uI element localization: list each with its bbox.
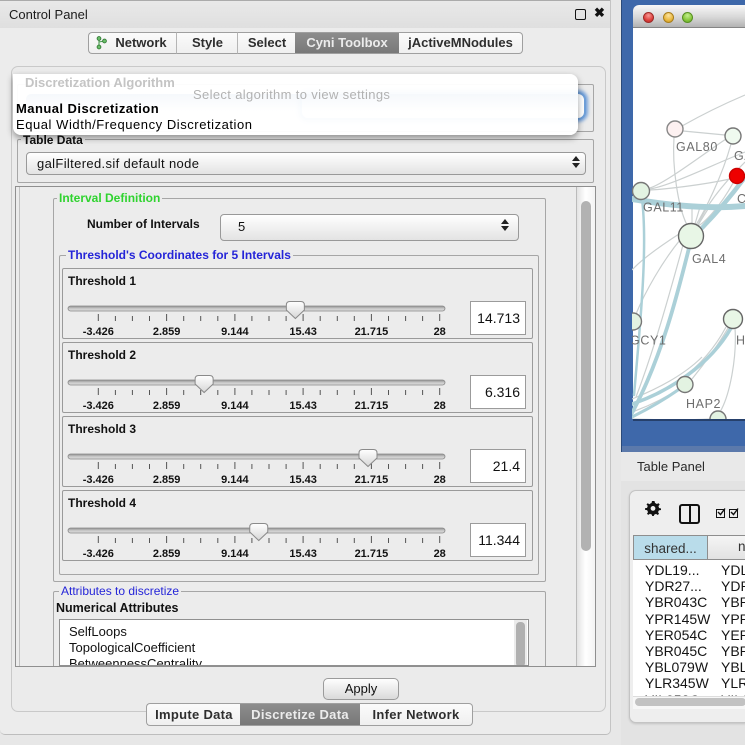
svg-text:15.43: 15.43 [289,326,317,338]
svg-text:-3.426: -3.426 [83,474,114,486]
svg-text:28: 28 [434,400,446,412]
svg-text:GAL11: GAL11 [643,201,684,215]
svg-text:15.43: 15.43 [289,474,317,486]
svg-text:21.715: 21.715 [355,548,389,560]
svg-text:28: 28 [434,548,446,560]
svg-text:-3.426: -3.426 [83,326,114,338]
svg-text:GA: GA [734,149,745,163]
svg-text:GAL4: GAL4 [692,252,726,266]
svg-text:-3.426: -3.426 [83,400,114,412]
svg-text:21.715: 21.715 [355,326,389,338]
svg-text:21.715: 21.715 [355,400,389,412]
svg-text:-3.426: -3.426 [83,548,114,560]
svg-text:2.859: 2.859 [153,326,181,338]
svg-text:28: 28 [434,474,446,486]
svg-text:H: H [736,334,745,348]
svg-text:2.859: 2.859 [153,400,181,412]
svg-text:9.144: 9.144 [221,326,249,338]
svg-text:28: 28 [434,326,446,338]
svg-text:GAL80: GAL80 [676,140,718,154]
svg-text:9.144: 9.144 [221,400,249,412]
svg-text:9.144: 9.144 [221,474,249,486]
svg-text:21.715: 21.715 [355,474,389,486]
svg-text:CR: CR [737,192,745,206]
svg-text:2.859: 2.859 [153,548,181,560]
svg-text:2.859: 2.859 [153,474,181,486]
svg-text:9.144: 9.144 [221,548,249,560]
svg-text:GCY1: GCY1 [632,334,666,348]
svg-text:15.43: 15.43 [289,400,317,412]
svg-text:HAP2: HAP2 [686,397,721,411]
svg-text:15.43: 15.43 [289,548,317,560]
